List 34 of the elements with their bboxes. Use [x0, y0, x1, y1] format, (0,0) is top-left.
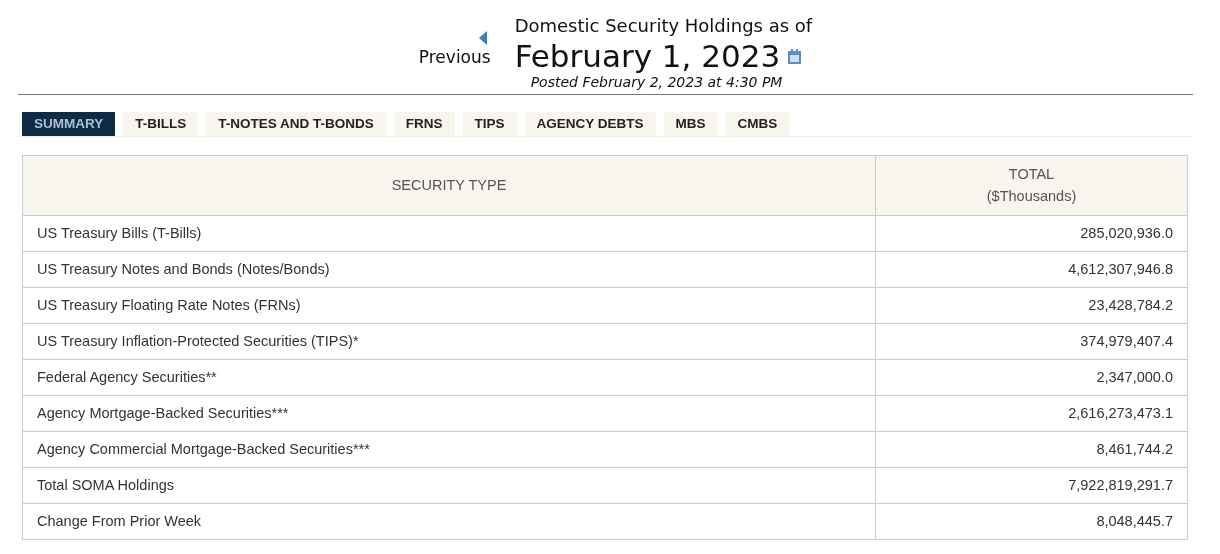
table-cell: 8,048,445.7: [875, 503, 1188, 540]
table-cell: 7,922,819,291.7: [875, 467, 1188, 504]
tab[interactable]: AGENCY DEBTS: [524, 112, 656, 136]
table-cell: Agency Mortgage-Backed Securities***: [22, 395, 876, 432]
table-cell: 374,979,407.4: [875, 323, 1188, 360]
tab[interactable]: FRNS: [393, 112, 455, 136]
page-title: Domestic Security Holdings as of: [514, 14, 813, 38]
tab[interactable]: MBS: [663, 112, 718, 136]
tab[interactable]: SUMMARY: [22, 112, 116, 136]
tab[interactable]: T-BILLS: [123, 112, 199, 136]
calendar-icon[interactable]: [788, 48, 802, 64]
table-cell: Total SOMA Holdings: [22, 467, 876, 504]
table-cell: Federal Agency Securities**: [22, 359, 876, 396]
table-cell: Agency Commercial Mortgage-Backed Securities***: [22, 431, 876, 468]
table-cell: US Treasury Notes and Bonds (Notes/Bonds): [22, 251, 876, 288]
table-cell: 23,428,784.2: [875, 287, 1188, 324]
table-cell: US Treasury Floating Rate Notes (FRNs): [22, 287, 876, 324]
tab[interactable]: CMBS: [725, 112, 790, 136]
previous-link[interactable]: Previous: [418, 44, 491, 70]
posted-date: Posted February 2, 2023 at 4:30 PM: [530, 74, 784, 90]
table-cell: 2,616,273,473.1: [875, 395, 1188, 432]
table-cell: Change From Prior Week: [22, 503, 876, 540]
column-header: SECURITY TYPE: [22, 155, 876, 216]
column-header: TOTAL ($Thousands): [875, 155, 1188, 216]
table-cell: 285,020,936.0: [875, 215, 1188, 252]
table-cell: 2,347,000.0: [875, 359, 1188, 396]
table-cell: 4,612,307,946.8: [875, 251, 1188, 288]
table-cell: 8,461,744.2: [875, 431, 1188, 468]
tab[interactable]: TIPS: [462, 112, 517, 136]
previous-arrow-icon[interactable]: [478, 30, 487, 45]
date-heading: February 1, 2023: [514, 38, 781, 74]
table-cell: US Treasury Bills (T-Bills): [22, 215, 876, 252]
tab[interactable]: T-NOTES AND T-BONDS: [206, 112, 386, 136]
table-cell: US Treasury Inflation-Protected Securities (TIPS)*: [22, 323, 876, 360]
